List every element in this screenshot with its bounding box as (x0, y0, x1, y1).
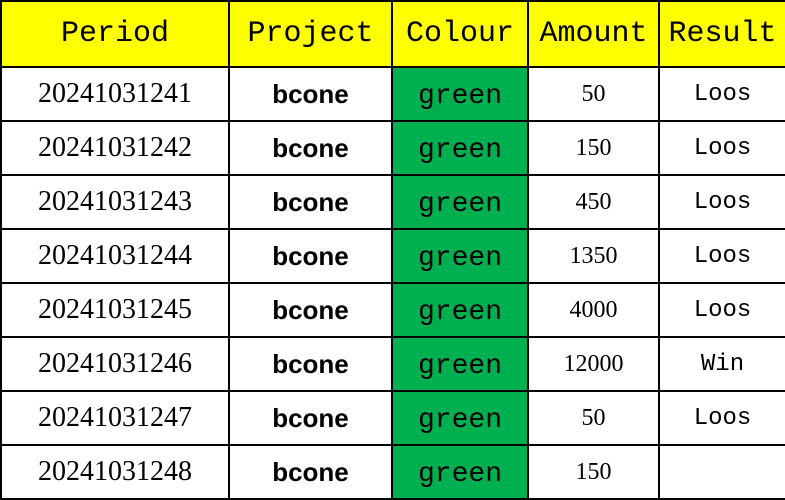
period-cell[interactable]: 20241031243 (0, 174, 230, 230)
project-cell[interactable]: bcone (228, 120, 393, 176)
table-row: 20241031243 bcone green 450 Loos (0, 174, 785, 230)
period-cell[interactable]: 20241031248 (0, 444, 230, 500)
period-cell[interactable]: 20241031247 (0, 390, 230, 446)
result-cell[interactable]: Loos (658, 390, 785, 446)
table-row: 20241031241 bcone green 50 Loos (0, 66, 785, 122)
project-cell[interactable]: bcone (228, 66, 393, 122)
header-colour[interactable]: Colour (391, 0, 529, 68)
amount-cell[interactable]: 50 (527, 66, 660, 122)
header-row: Period Project Colour Amount Result (0, 0, 785, 68)
colour-cell[interactable]: green (391, 66, 529, 122)
result-cell[interactable]: Loos (658, 66, 785, 122)
table-row: 20241031246 bcone green 12000 Win (0, 336, 785, 392)
project-cell[interactable]: bcone (228, 282, 393, 338)
project-cell[interactable]: bcone (228, 228, 393, 284)
colour-cell[interactable]: green (391, 336, 529, 392)
table-row: 20241031242 bcone green 150 Loos (0, 120, 785, 176)
results-table: Period Project Colour Amount Result 2024… (0, 0, 785, 500)
period-cell[interactable]: 20241031245 (0, 282, 230, 338)
period-cell[interactable]: 20241031244 (0, 228, 230, 284)
result-cell[interactable]: Loos (658, 228, 785, 284)
colour-cell[interactable]: green (391, 282, 529, 338)
amount-cell[interactable]: 1350 (527, 228, 660, 284)
period-cell[interactable]: 20241031246 (0, 336, 230, 392)
amount-cell[interactable]: 4000 (527, 282, 660, 338)
header-amount[interactable]: Amount (527, 0, 660, 68)
colour-cell[interactable]: green (391, 174, 529, 230)
header-period[interactable]: Period (0, 0, 230, 68)
amount-cell[interactable]: 450 (527, 174, 660, 230)
period-cell[interactable]: 20241031241 (0, 66, 230, 122)
table-row: 20241031244 bcone green 1350 Loos (0, 228, 785, 284)
amount-cell[interactable]: 12000 (527, 336, 660, 392)
colour-cell[interactable]: green (391, 444, 529, 500)
result-cell[interactable]: Loos (658, 282, 785, 338)
colour-cell[interactable]: green (391, 228, 529, 284)
amount-cell[interactable]: 150 (527, 444, 660, 500)
colour-cell[interactable]: green (391, 390, 529, 446)
result-cell[interactable]: Win (658, 336, 785, 392)
project-cell[interactable]: bcone (228, 444, 393, 500)
period-cell[interactable]: 20241031242 (0, 120, 230, 176)
project-cell[interactable]: bcone (228, 174, 393, 230)
table-row: 20241031245 bcone green 4000 Loos (0, 282, 785, 338)
table-row: 20241031247 bcone green 50 Loos (0, 390, 785, 446)
result-cell[interactable]: Loos (658, 174, 785, 230)
result-cell[interactable] (658, 444, 785, 500)
header-result[interactable]: Result (658, 0, 785, 68)
header-project[interactable]: Project (228, 0, 393, 68)
amount-cell[interactable]: 50 (527, 390, 660, 446)
result-cell[interactable]: Loos (658, 120, 785, 176)
amount-cell[interactable]: 150 (527, 120, 660, 176)
project-cell[interactable]: bcone (228, 390, 393, 446)
colour-cell[interactable]: green (391, 120, 529, 176)
project-cell[interactable]: bcone (228, 336, 393, 392)
table-row: 20241031248 bcone green 150 (0, 444, 785, 500)
